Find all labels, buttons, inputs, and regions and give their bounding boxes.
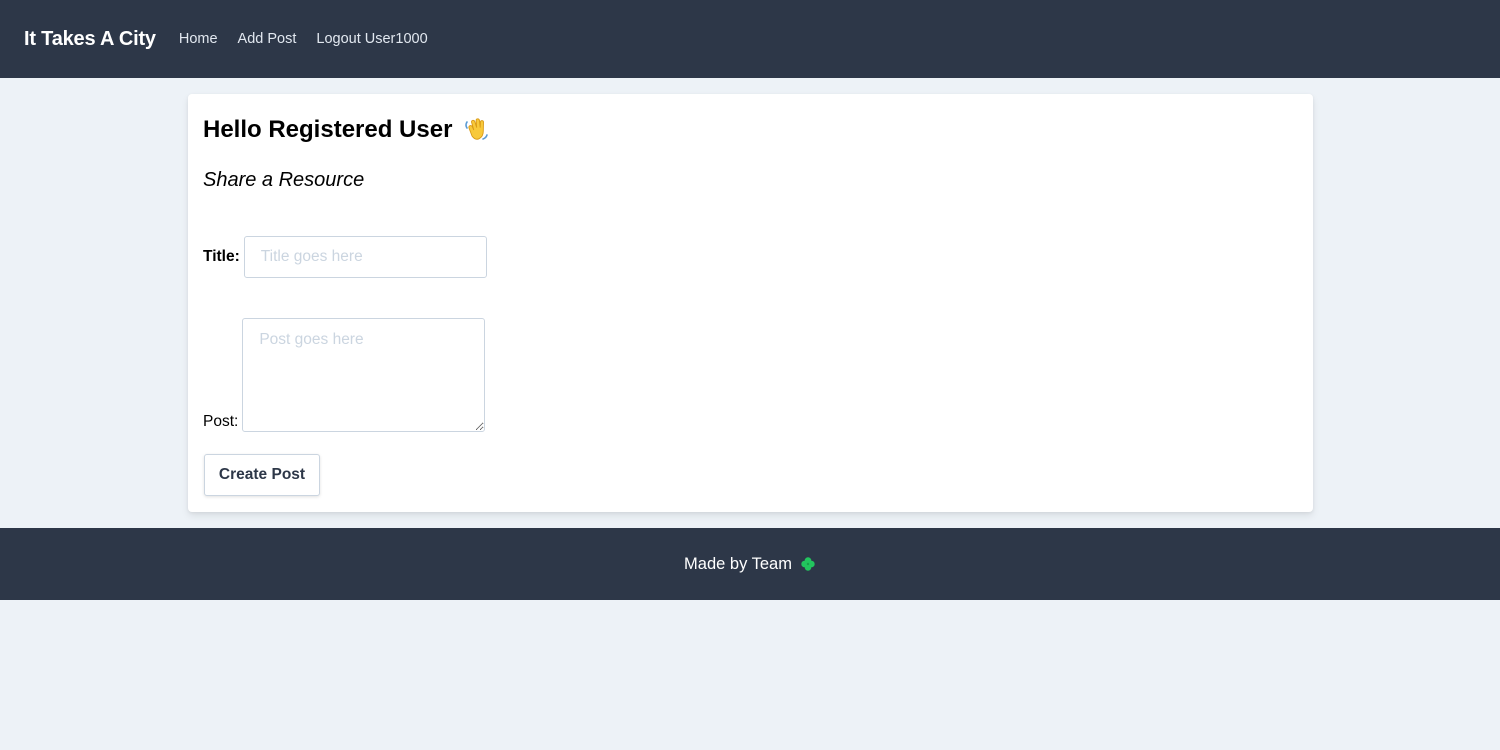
top-navbar: It Takes A City Home Add Post Logout Use… [0,0,1500,78]
nav-link-logout[interactable]: Logout User1000 [316,31,427,47]
page-footer: Made by Team [0,528,1500,600]
footer-text: Made by Team [684,554,792,573]
four-leaf-clover-icon [800,556,816,572]
title-input[interactable] [243,236,487,278]
page-subtitle: Share a Resource [203,169,365,191]
page-title: Hello Registered User [203,114,491,146]
brand-link[interactable]: It Takes A City [24,28,156,51]
nav-link-home[interactable]: Home [179,31,218,47]
post-field-row: Post: [203,318,486,432]
post-textarea[interactable] [242,318,486,432]
post-label: Post: [203,413,239,430]
title-label: Title: [203,248,240,265]
greeting-text: Hello Registered User [203,116,453,143]
waving-hand-icon [463,116,491,144]
post-form-card: Hello Registered User Share a Resource T… [188,94,1313,512]
create-post-button[interactable]: Create Post [204,454,320,496]
title-field-row: Title: [203,236,487,278]
nav-link-add-post[interactable]: Add Post [238,31,297,47]
